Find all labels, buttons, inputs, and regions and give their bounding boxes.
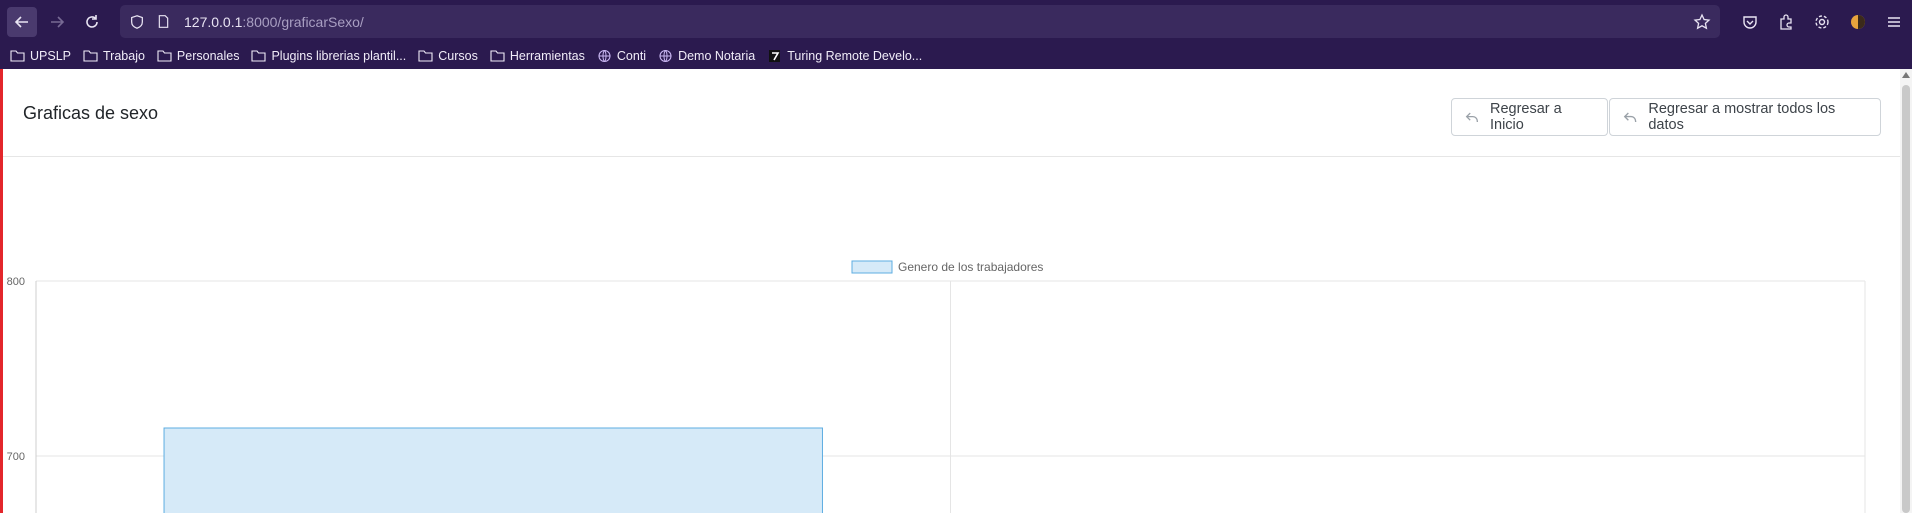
pocket-button[interactable] — [1732, 7, 1768, 37]
regresar-todos-button[interactable]: Regresar a mostrar todos los datos — [1609, 98, 1881, 136]
bookmark-star-button[interactable] — [1684, 7, 1720, 37]
legend-swatch — [851, 260, 893, 274]
legend-label: Genero de los trabajadores — [898, 260, 1043, 274]
avatar-icon — [1851, 14, 1865, 29]
scroll-thumb[interactable] — [1902, 85, 1910, 513]
page-icon[interactable] — [154, 13, 172, 31]
folder-icon — [10, 50, 25, 62]
profile-button[interactable] — [1840, 7, 1876, 37]
scrollbar[interactable] — [1900, 69, 1912, 513]
undo-icon — [1623, 111, 1637, 122]
button-label: Regresar a Inicio — [1489, 101, 1562, 133]
puzzle-icon — [1780, 13, 1792, 30]
pocket-icon — [1743, 15, 1757, 29]
settings-button[interactable] — [1804, 7, 1840, 37]
extensions-button[interactable] — [1768, 7, 1804, 37]
bookmark-label: Plugins librerias plantil... — [271, 49, 407, 63]
bookmarks-bar: UPSLP Trabajo Personales Plugins libreri… — [0, 43, 1912, 69]
url-host: 127.0.0.1 — [184, 13, 243, 30]
url-bar[interactable]: 127.0.0.1:8000/graficarSexo/ — [120, 5, 1720, 38]
gender-bar-chart: 800 700 Genero de los trabajadores — [0, 157, 1900, 513]
arrow-right-icon — [51, 15, 65, 28]
star-icon — [1693, 12, 1711, 29]
bookmark-turing[interactable]: Turing Remote Develo... — [767, 49, 922, 63]
arrow-left-icon — [14, 15, 28, 28]
page-content: Graficas de sexo Regresar a Inicio Regre… — [0, 69, 1912, 513]
bookmark-label: Personales — [176, 49, 240, 63]
y-tick-label: 700 — [7, 451, 25, 463]
bookmark-label: Turing Remote Develo... — [787, 49, 923, 63]
bookmark-conti[interactable]: Conti — [597, 49, 646, 63]
globe-icon — [659, 49, 672, 63]
folder-icon — [157, 50, 172, 62]
folder-icon — [490, 50, 505, 62]
scroll-up-arrow[interactable] — [1902, 72, 1910, 78]
reload-icon — [86, 14, 98, 28]
bookmark-upslp[interactable]: UPSLP — [10, 49, 71, 63]
globe-icon — [598, 49, 611, 63]
bookmark-label: UPSLP — [30, 49, 71, 63]
menu-button[interactable] — [1876, 7, 1912, 37]
folder-icon — [418, 50, 433, 62]
gear-icon — [1815, 14, 1829, 29]
folder-icon — [83, 50, 98, 62]
url-text[interactable]: 127.0.0.1:8000/graficarSexo/ — [184, 14, 364, 30]
reload-button[interactable] — [77, 7, 107, 37]
card-header: Graficas de sexo Regresar a Inicio Regre… — [3, 69, 1900, 157]
bookmark-label: Herramientas — [509, 49, 585, 63]
forward-button[interactable] — [42, 7, 72, 37]
regresar-inicio-button[interactable]: Regresar a Inicio — [1451, 98, 1608, 136]
bar — [163, 427, 823, 513]
page-title: Graficas de sexo — [23, 103, 159, 123]
bookmark-herramientas[interactable]: Herramientas — [490, 49, 585, 63]
bookmark-personales[interactable]: Personales — [157, 49, 240, 63]
button-label: Regresar a mostrar todos los datos — [1648, 101, 1836, 133]
y-tick-label: 800 — [7, 276, 25, 288]
bookmark-label: Demo Notaria — [678, 49, 756, 63]
url-path: :8000/graficarSexo/ — [242, 13, 364, 30]
bookmark-label: Cursos — [438, 49, 478, 63]
hamburger-icon — [1888, 16, 1900, 27]
browser-toolbar: 127.0.0.1:8000/graficarSexo/ — [0, 0, 1912, 43]
bookmark-demo-notaria[interactable]: Demo Notaria — [658, 49, 755, 63]
bookmark-label: Conti — [616, 49, 647, 63]
bookmark-plugins[interactable]: Plugins librerias plantil... — [251, 49, 406, 63]
turing-icon — [769, 50, 781, 62]
bookmark-label: Trabajo — [103, 49, 145, 63]
chart-canvas: 800 700 Genero de los trabajadores — [7, 260, 1866, 513]
bookmark-trabajo[interactable]: Trabajo — [83, 49, 145, 63]
shield-icon[interactable] — [128, 13, 146, 31]
bookmark-cursos[interactable]: Cursos — [418, 49, 478, 63]
folder-icon — [251, 50, 267, 62]
back-button[interactable] — [7, 6, 37, 37]
undo-icon — [1465, 112, 1478, 122]
